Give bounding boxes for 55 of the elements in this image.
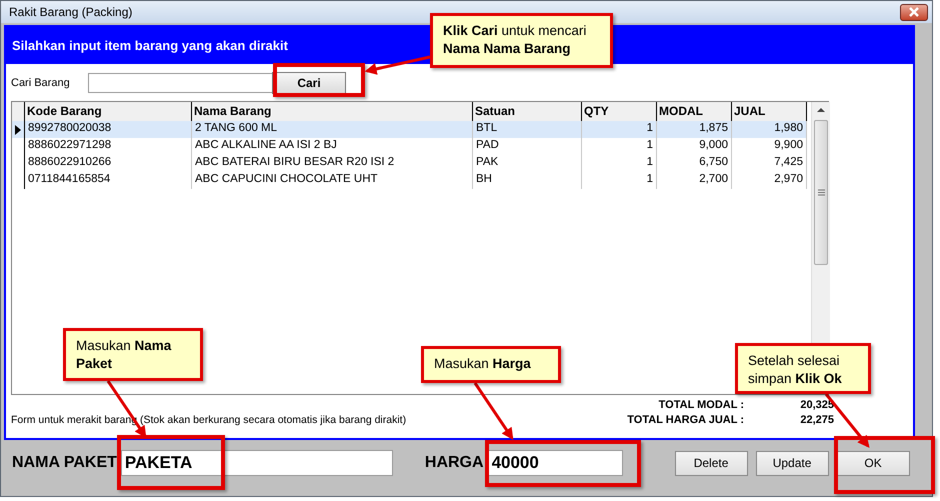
table-cell: 1 [582,121,657,138]
table-cell: 1 [582,155,657,172]
price-label: HARGA [424,454,484,472]
price-field[interactable]: 40000 [488,450,623,476]
close-button[interactable] [900,4,928,20]
table-cell: 1,980 [732,121,807,138]
table-cell: 8886022910266 [25,155,192,172]
table-row[interactable]: 8886022910266 ABC BATERAI BIRU BESAR R20 ISI 2 PAK 1 6,750 7,425 [12,155,807,172]
table-cell: 1 [582,138,657,155]
action-button[interactable]: Update [756,450,829,476]
row-pointer-icon [15,124,21,134]
header-text: Silahkan input item barang yang akan dirakit [12,38,288,53]
total-value: 22,275 [799,414,834,426]
table-cell: BH [473,172,582,189]
table-cell: 0711844165854 [25,172,192,189]
table-row[interactable]: 0711844165854 ABC CAPUCINI CHOCOLATE UHT BH 1 2,700 2,970 [12,172,807,189]
table-cell: ABC CAPUCINI CHOCOLATE UHT [192,172,473,189]
table-cell: 2,700 [657,172,732,189]
total-value: 20,325 [799,399,834,411]
table-cell: PAK [473,155,582,172]
grip-icon [818,189,824,196]
table-cell: 1,875 [657,121,732,138]
table-cell: 8886022971298 [25,138,192,155]
total-label: TOTAL MODAL : [658,399,744,411]
table-cell: 2,970 [732,172,807,189]
table-cell: 8992780020038 [25,121,192,138]
table-row[interactable]: 8886022971298 ABC ALKALINE AA ISI 2 BJ PAD 1 9,000 9,900 [12,138,807,155]
table-cell: ABC BATERAI BIRU BESAR R20 ISI 2 [192,155,473,172]
table-cell: 7,425 [732,155,807,172]
table-cell: 9,000 [657,138,732,155]
arrow [364,56,430,75]
action-button[interactable]: OK [836,450,910,476]
package-name-field[interactable]: PAKETA [120,450,393,476]
total-label: TOTAL HARGA JUAL : [627,414,744,426]
table-cell: 9,900 [732,138,807,155]
close-icon [908,7,920,17]
table-cell: BTL [473,121,582,138]
arrow [474,382,514,440]
search-label: Cari Barang [11,77,71,89]
table-row[interactable]: 8992780020038 2 TANG 600 ML BTL 1 1,875 1,980 [12,121,807,138]
table-cell: ABC ALKALINE AA ISI 2 BJ [192,138,473,155]
callout-tooltip: Masukan Harga [421,346,561,383]
table-cell: 1 [582,172,657,189]
action-button[interactable]: Delete [674,450,748,476]
table-cell: 2 TANG 600 ML [192,121,473,138]
callout-tooltip: Masukan Nama Paket [63,328,203,381]
search-field[interactable] [88,73,274,93]
window-title: Rakit Barang (Packing) [9,5,132,19]
table-cell: PAD [473,138,582,155]
callout-tooltip: Setelah selesai simpan Klik Ok [735,343,871,394]
scroll-thumb[interactable] [814,120,828,265]
callout-tooltip: Klik Cari untuk mencari Nama Nama Barang [430,13,613,68]
table-cell: 6,750 [657,155,732,172]
scroll-up-icon[interactable] [816,106,826,114]
package-name-label: NAMA PAKET [12,454,117,472]
